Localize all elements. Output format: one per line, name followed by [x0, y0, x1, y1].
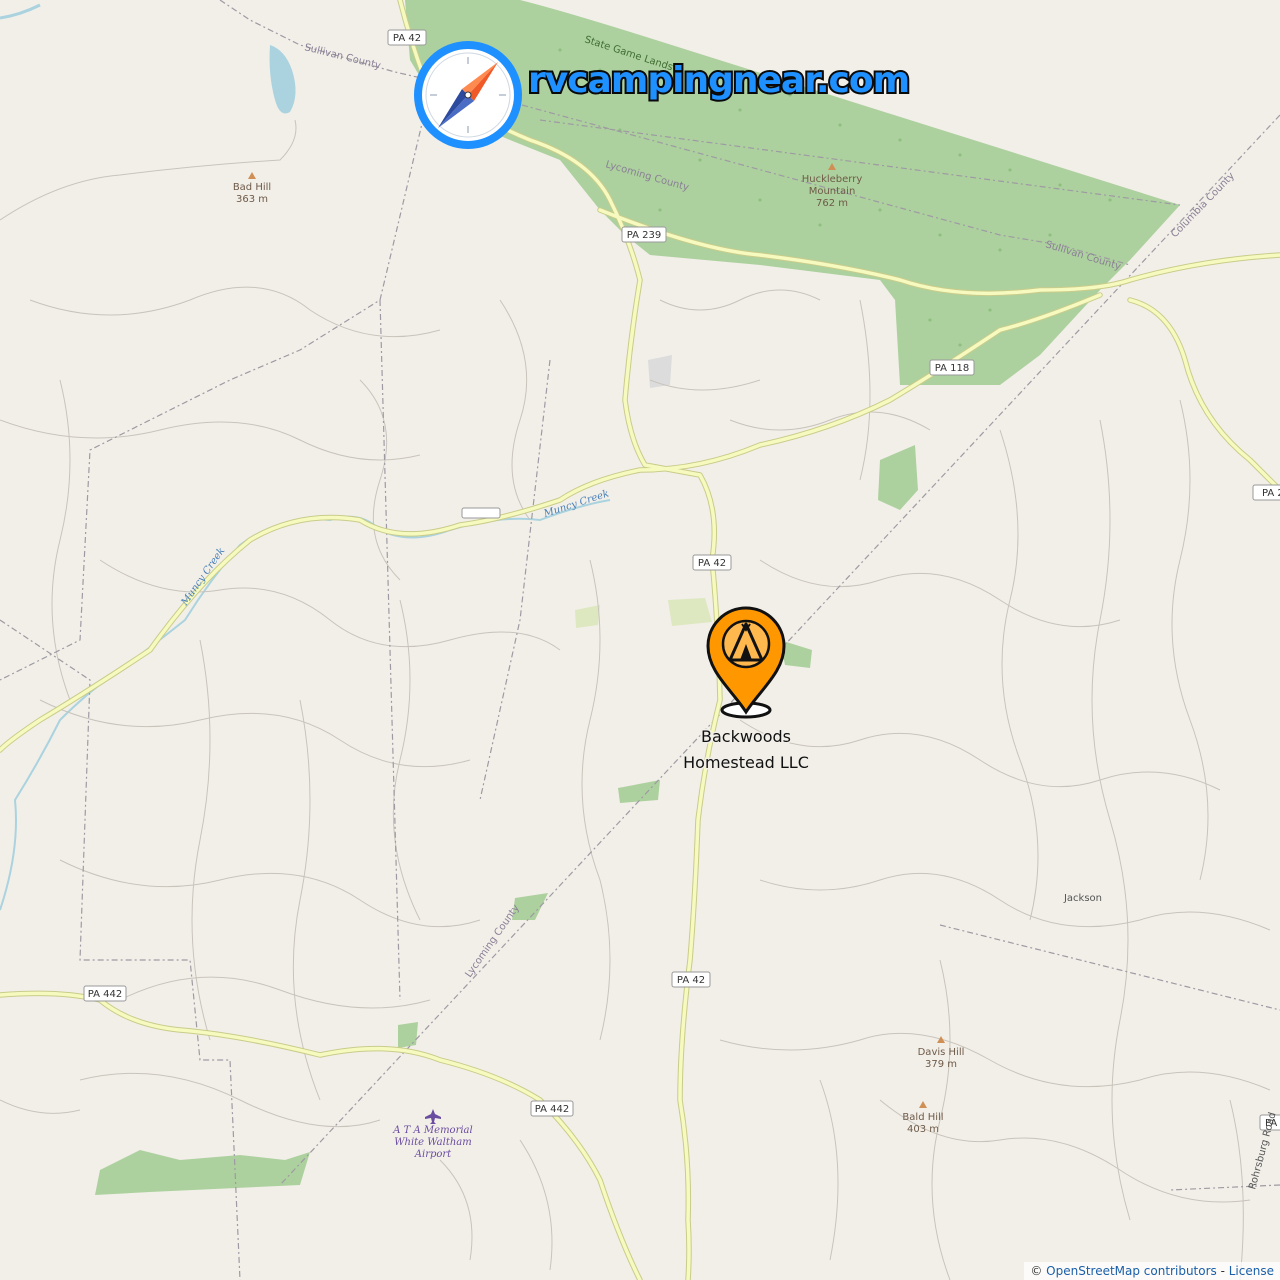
road-shield-pa442-west: PA 442 [83, 985, 127, 1002]
svg-text:PA 2: PA 2 [1262, 488, 1280, 499]
svg-text:PA 442: PA 442 [535, 1104, 570, 1115]
svg-text:PA 239: PA 239 [627, 230, 662, 241]
svg-text:Huckleberry: Huckleberry [802, 174, 863, 185]
svg-text:Bad Hill: Bad Hill [233, 182, 271, 193]
license-link[interactable]: License [1229, 1264, 1274, 1278]
road-shield-pa42-mid: PA 42 [692, 554, 732, 571]
svg-text:PA 118: PA 118 [935, 363, 970, 374]
svg-text:379 m: 379 m [925, 1059, 957, 1070]
copyright-symbol: © [1030, 1264, 1043, 1278]
svg-text:Bald Hill: Bald Hill [902, 1112, 943, 1123]
svg-text:762 m: 762 m [816, 198, 848, 209]
osm-attribution-link[interactable]: OpenStreetMap contributors [1046, 1264, 1217, 1278]
road-shield-pa442-mid: PA 442 [530, 1100, 574, 1117]
road-shield-partial [461, 507, 501, 519]
attribution-separator: - [1216, 1264, 1229, 1278]
road-shield-pa42-north: PA 42 [387, 29, 427, 46]
road-shield-pa-east: PA 2 [1252, 484, 1280, 501]
map-attribution: © OpenStreetMap contributors - License [1024, 1262, 1280, 1280]
svg-text:PA 42: PA 42 [677, 975, 705, 986]
svg-text:Davis Hill: Davis Hill [918, 1047, 965, 1058]
compass-icon [414, 41, 522, 149]
place-jackson: Jackson [1063, 893, 1102, 904]
campground-name-line2: Homestead LLC [683, 753, 809, 772]
map-canvas[interactable]: PA 42 PA 239 PA 118 PA 42 PA 42 PA 442 P… [0, 0, 1280, 1280]
svg-text:PA 42: PA 42 [698, 558, 726, 569]
svg-text:Airport: Airport [414, 1149, 452, 1160]
svg-text:Mountain: Mountain [809, 186, 856, 197]
svg-text:White Waltham: White Waltham [394, 1137, 472, 1148]
campground-name-line1: Backwoods [701, 727, 791, 746]
road-shield-pa118: PA 118 [929, 359, 975, 376]
road-shield-pa42-south: PA 42 [671, 971, 711, 988]
svg-text:PA 442: PA 442 [88, 989, 123, 1000]
brand-text: rvcampingnear.com [528, 60, 909, 101]
svg-text:PA 42: PA 42 [393, 33, 421, 44]
svg-text:403 m: 403 m [907, 1124, 939, 1135]
svg-text:363 m: 363 m [236, 194, 268, 205]
svg-text:A T A Memorial: A T A Memorial [392, 1125, 472, 1136]
road-shield-pa239: PA 239 [621, 226, 667, 243]
